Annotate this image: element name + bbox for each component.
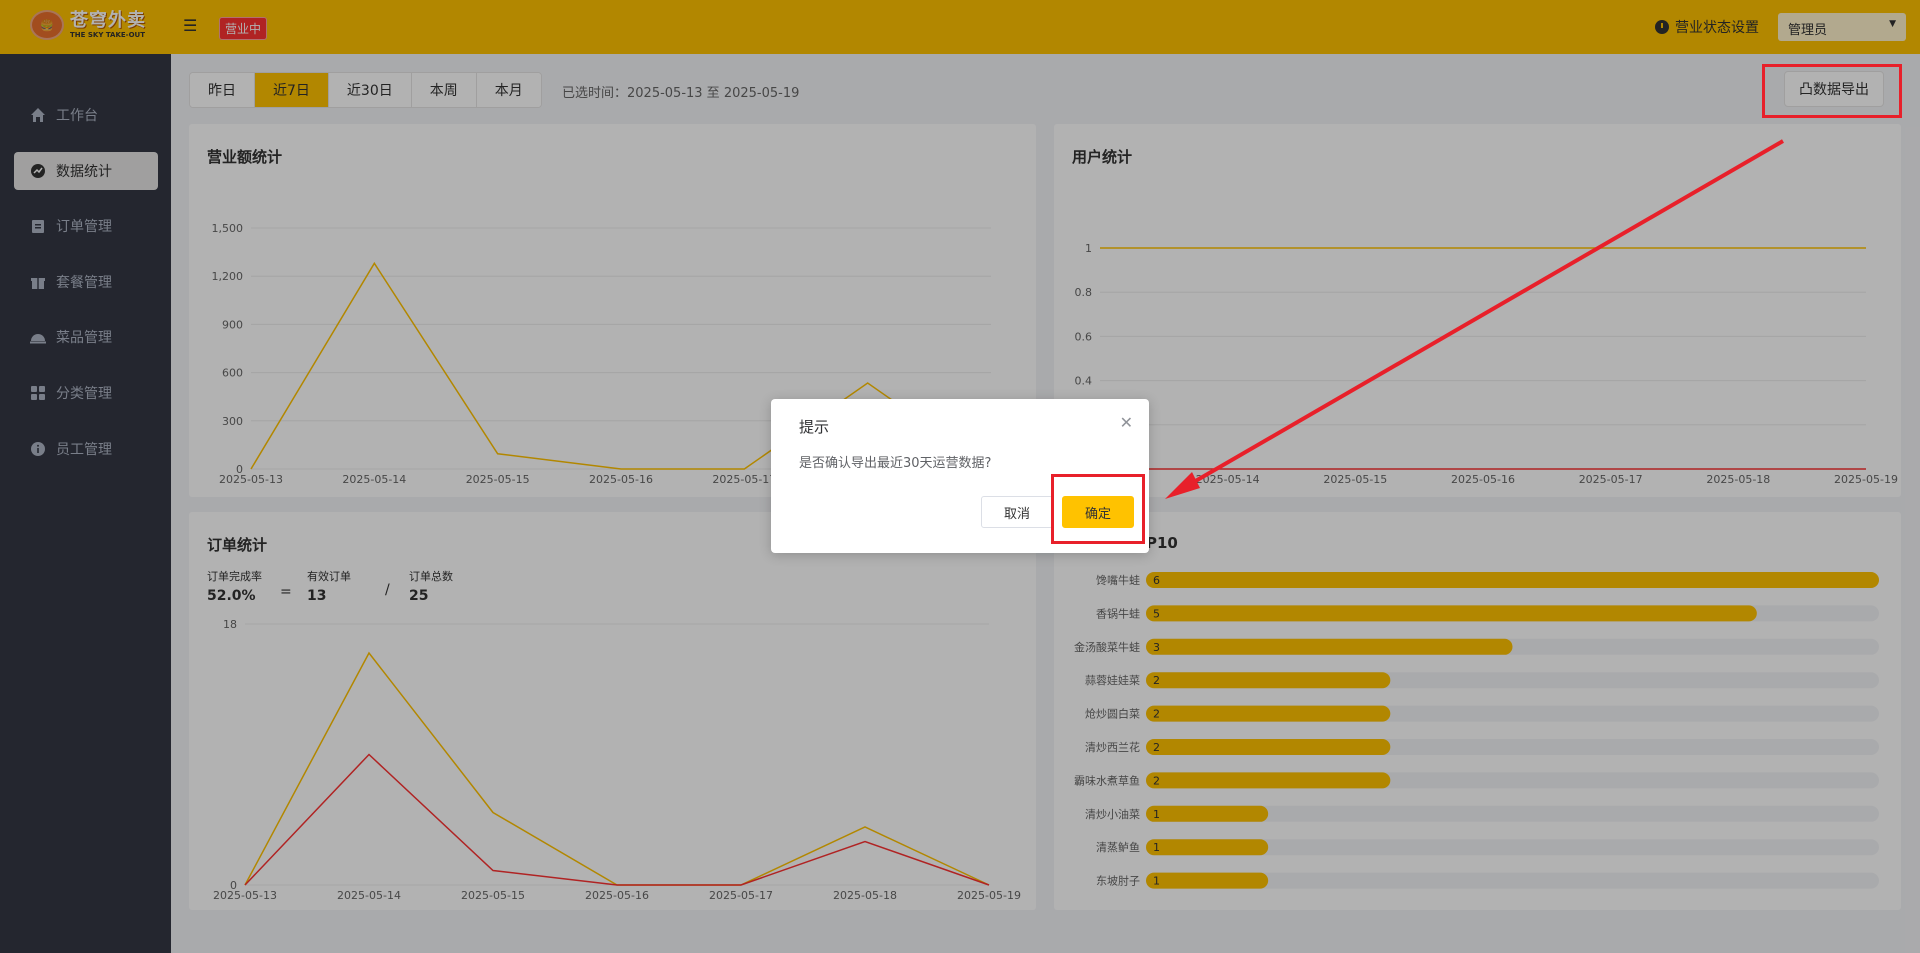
close-icon[interactable]: ✕ [1120, 413, 1133, 432]
dialog-message: 是否确认导出最近30天运营数据? [799, 456, 992, 471]
highlight-box-export [1762, 64, 1902, 118]
dialog-title: 提示 [799, 418, 830, 436]
highlight-box-confirm [1051, 474, 1145, 544]
cancel-button[interactable]: 取消 [981, 496, 1053, 528]
